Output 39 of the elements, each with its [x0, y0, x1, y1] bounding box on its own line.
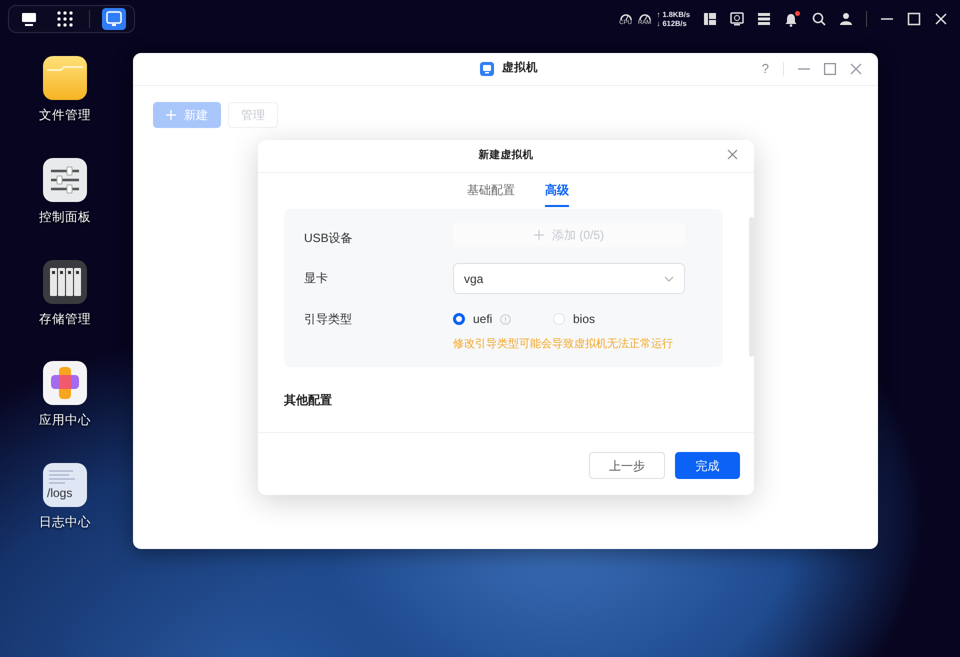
search-icon[interactable] [812, 12, 826, 26]
plus-icon [534, 230, 544, 240]
plus-icon [166, 110, 176, 120]
desktop-icon-label[interactable]: 应用中心 [39, 411, 91, 430]
log-file-icon[interactable]: /logs [43, 463, 87, 507]
tab[interactable]: 高级 [545, 173, 569, 207]
desktop-icon-label[interactable]: 文件管理 [39, 106, 91, 125]
ram-gauge-icon [638, 12, 652, 20]
warning-text: 修改引导类型可能会导致虚拟机无法正常运行 [453, 336, 673, 352]
desktop-icon-label[interactable]: 日志中心 [39, 513, 91, 532]
drive-bays-icon[interactable] [43, 260, 87, 304]
chevron-down-icon [664, 276, 674, 282]
virtual-machine-icon [480, 62, 494, 76]
back-button[interactable]: 上一步 [589, 452, 665, 479]
finish-button[interactable]: 完成 [675, 452, 740, 479]
widgets-icon[interactable] [703, 12, 717, 26]
user-icon[interactable] [839, 12, 853, 26]
radio-label[interactable]: uefi [473, 310, 492, 328]
radio-label[interactable]: bios [573, 310, 596, 328]
app-center-icon[interactable] [43, 361, 87, 406]
desktop-icon-label[interactable]: 存储管理 [39, 310, 91, 328]
monitor-globe-icon[interactable] [730, 12, 744, 26]
select-field[interactable]: vga [453, 263, 685, 294]
server-icon[interactable] [757, 12, 771, 26]
window-title: 虚拟机 [502, 60, 538, 76]
tab[interactable]: 基础配置 [467, 173, 515, 207]
notification-bell-icon[interactable] [784, 12, 799, 26]
scrollbar[interactable] [749, 217, 754, 357]
sliders-icon[interactable] [43, 158, 87, 202]
virtual-machine-icon[interactable] [102, 8, 126, 30]
field-label: USB设备 [304, 230, 354, 247]
section-title: 其他配置 [284, 392, 333, 408]
cpu-gauge-icon [618, 12, 633, 20]
field-label: 引导类型 [304, 311, 353, 328]
radio-button[interactable] [453, 313, 465, 325]
folder-icon[interactable] [43, 56, 87, 100]
field-label: 显卡 [304, 270, 329, 287]
dialog-title: 新建虚拟机 [478, 148, 534, 164]
desktop-icon-label[interactable]: 控制面板 [39, 208, 91, 226]
